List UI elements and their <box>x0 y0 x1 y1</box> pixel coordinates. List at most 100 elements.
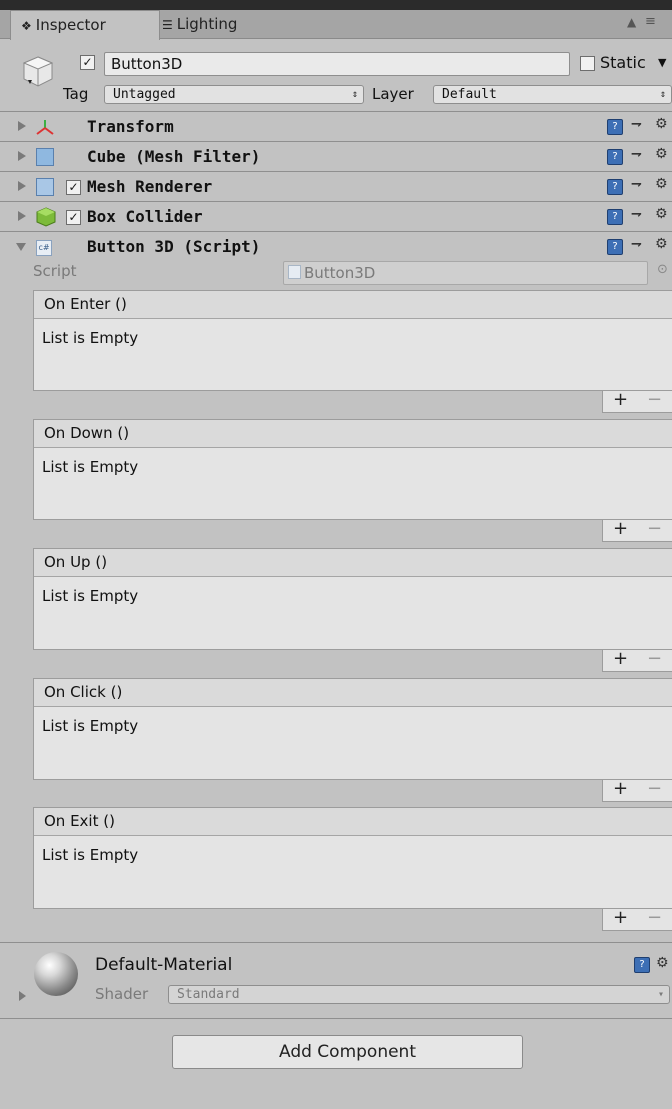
help-icon[interactable]: ? <box>607 149 623 165</box>
event-title: On Click () <box>34 679 672 707</box>
remove-listener-button[interactable]: − <box>647 648 662 669</box>
chevron-down-icon: ▾ <box>657 989 664 1000</box>
event-on-click: On Click () List is Empty <box>33 678 672 780</box>
static-dropdown-icon[interactable]: ▼ <box>658 56 666 69</box>
event-title: On Exit () <box>34 808 672 836</box>
event-on-enter: On Enter () List is Empty <box>33 290 672 391</box>
event-title: On Enter () <box>34 291 672 319</box>
script-field: Button3D <box>283 261 648 285</box>
tab-lighting[interactable]: ☰ Lighting <box>152 10 292 39</box>
lighting-icon: ☰ <box>162 18 173 32</box>
lock-icon[interactable]: ▲ <box>627 15 636 29</box>
expand-arrow-icon[interactable] <box>18 211 26 221</box>
component-name: Mesh Renderer <box>87 177 213 196</box>
script-icon: c# <box>36 240 52 256</box>
event-footer: + − <box>602 518 672 542</box>
window-top-strip <box>0 0 672 10</box>
gear-icon[interactable]: ⚙ <box>655 206 668 222</box>
tag-label: Tag <box>63 85 89 103</box>
remove-listener-button[interactable]: − <box>647 778 662 799</box>
add-listener-button[interactable]: + <box>613 907 628 928</box>
help-icon[interactable]: ? <box>634 957 650 973</box>
transform-icon <box>34 118 56 140</box>
preset-icon[interactable]: ⇁ <box>631 117 642 132</box>
section-divider <box>0 942 672 943</box>
event-on-up: On Up () List is Empty <box>33 548 672 650</box>
event-footer: + − <box>602 778 672 802</box>
script-label: Script <box>33 262 77 280</box>
gear-icon[interactable]: ⚙ <box>655 116 668 132</box>
help-icon[interactable]: ? <box>607 209 623 225</box>
component-enabled-toggle[interactable]: ✓ <box>66 210 81 225</box>
info-icon: ❖ <box>21 19 32 33</box>
static-toggle[interactable] <box>580 56 595 71</box>
name-field[interactable]: Button3D <box>104 52 570 76</box>
component-button-3d-script[interactable]: c# Button 3D (Script) ? ⇁ ⚙ <box>0 231 672 261</box>
event-title: On Down () <box>34 420 672 448</box>
preset-icon[interactable]: ⇁ <box>631 207 642 222</box>
add-component-button[interactable]: Add Component <box>172 1035 523 1069</box>
script-value: Button3D <box>304 264 376 282</box>
tab-menu-icon[interactable]: ≡ <box>645 14 656 29</box>
tab-bar: ❖ Inspector ☰ Lighting ▲ ≡ <box>0 0 672 44</box>
event-empty-text: List is Empty <box>42 458 139 476</box>
event-footer: + − <box>602 389 672 413</box>
component-transform[interactable]: Transform ? ⇁ ⚙ <box>0 111 672 141</box>
component-name: Transform <box>87 117 174 136</box>
mesh-renderer-icon <box>36 178 54 196</box>
shader-value: Standard <box>177 987 240 1002</box>
layer-dropdown[interactable]: Default ⇕ <box>433 85 672 104</box>
tab-lighting-label: Lighting <box>176 15 238 33</box>
add-listener-button[interactable]: + <box>613 389 628 410</box>
component-box-collider[interactable]: ✓ Box Collider ? ⇁ ⚙ <box>0 201 672 231</box>
layer-value: Default <box>442 87 497 102</box>
add-listener-button[interactable]: + <box>613 778 628 799</box>
box-collider-icon <box>36 207 56 231</box>
component-name: Button 3D (Script) <box>87 237 261 256</box>
preset-icon[interactable]: ⇁ <box>631 147 642 162</box>
active-toggle[interactable]: ✓ <box>80 55 95 70</box>
gear-icon[interactable]: ⚙ <box>655 236 668 252</box>
event-empty-text: List is Empty <box>42 846 139 864</box>
component-name: Box Collider <box>87 207 203 226</box>
preset-icon[interactable]: ⇁ <box>631 237 642 252</box>
event-on-down: On Down () List is Empty <box>33 419 672 520</box>
help-icon[interactable]: ? <box>607 239 623 255</box>
gear-icon[interactable]: ⚙ <box>655 176 668 192</box>
event-footer: + − <box>602 648 672 672</box>
help-icon[interactable]: ? <box>607 179 623 195</box>
event-footer: + − <box>602 907 672 931</box>
expand-arrow-icon[interactable] <box>19 991 26 1001</box>
component-mesh-filter[interactable]: Cube (Mesh Filter) ? ⇁ ⚙ <box>0 141 672 171</box>
collapse-arrow-icon[interactable] <box>16 243 26 251</box>
mesh-filter-icon <box>36 148 54 166</box>
component-enabled-toggle[interactable]: ✓ <box>66 180 81 195</box>
component-mesh-renderer[interactable]: ✓ Mesh Renderer ? ⇁ ⚙ <box>0 171 672 201</box>
remove-listener-button[interactable]: − <box>647 389 662 410</box>
expand-arrow-icon[interactable] <box>18 151 26 161</box>
gear-icon[interactable]: ⚙ <box>655 146 668 162</box>
remove-listener-button[interactable]: − <box>647 518 662 539</box>
preset-icon[interactable]: ⇁ <box>631 177 642 192</box>
gameobject-icon <box>20 53 56 89</box>
remove-listener-button[interactable]: − <box>647 907 662 928</box>
section-divider <box>0 1018 672 1019</box>
expand-arrow-icon[interactable] <box>18 121 26 131</box>
gear-icon[interactable]: ⚙ <box>656 955 669 971</box>
event-empty-text: List is Empty <box>42 717 139 735</box>
tab-inspector[interactable]: ❖ Inspector <box>10 10 160 40</box>
event-empty-text: List is Empty <box>42 329 139 347</box>
shader-dropdown[interactable]: Standard ▾ <box>168 985 670 1004</box>
chevron-updown-icon: ⇕ <box>659 89 666 100</box>
tag-dropdown[interactable]: Untagged ⇕ <box>104 85 364 104</box>
expand-arrow-icon[interactable] <box>18 181 26 191</box>
event-empty-text: List is Empty <box>42 587 139 605</box>
add-listener-button[interactable]: + <box>613 518 628 539</box>
script-file-icon <box>288 265 301 279</box>
material-preview <box>34 952 78 996</box>
object-picker-icon[interactable]: ⊙ <box>657 262 668 277</box>
event-on-exit: On Exit () List is Empty <box>33 807 672 909</box>
tag-value: Untagged <box>113 87 176 102</box>
help-icon[interactable]: ? <box>607 119 623 135</box>
add-listener-button[interactable]: + <box>613 648 628 669</box>
